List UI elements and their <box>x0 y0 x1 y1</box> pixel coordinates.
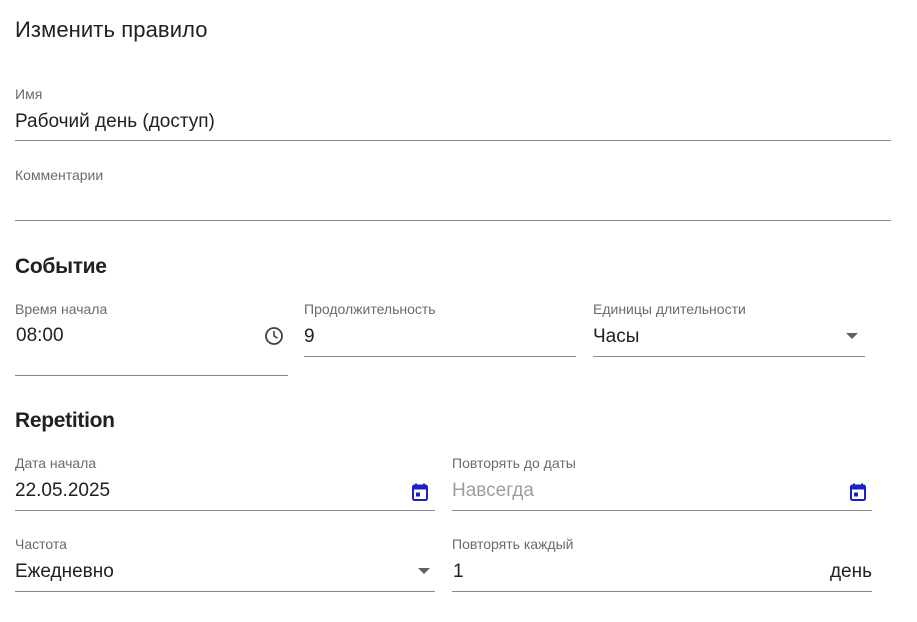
start-time-underline <box>15 375 288 376</box>
repeat-until-input[interactable]: Навсегда <box>452 480 534 502</box>
repeat-every-suffix: день <box>829 561 872 582</box>
clock-icon[interactable] <box>264 326 284 346</box>
calendar-icon[interactable] <box>850 483 866 501</box>
start-date-underline <box>15 510 435 511</box>
start-time-field[interactable]: Время начала 08:00 <box>15 300 288 376</box>
repeat-every-underline <box>452 591 872 592</box>
start-time-input[interactable]: 08:00 <box>16 325 64 347</box>
event-heading: Событие <box>15 255 107 278</box>
dropdown-arrow-icon[interactable] <box>417 567 431 575</box>
repeat-until-field[interactable]: Повторять до даты Навсегда <box>452 454 872 511</box>
name-label: Имя <box>15 86 43 102</box>
duration-units-select[interactable]: Единицы длительности Часы <box>593 300 865 357</box>
dropdown-arrow-icon[interactable] <box>845 332 859 340</box>
comment-label: Комментарии <box>15 167 104 183</box>
duration-underline <box>304 356 576 357</box>
duration-units-value[interactable]: Часы <box>593 326 639 348</box>
start-date-field[interactable]: Дата начала 22.05.2025 <box>15 454 435 511</box>
repeat-every-field[interactable]: Повторять каждый 1 день <box>452 535 872 592</box>
repeat-every-input[interactable]: 1 <box>453 561 464 583</box>
start-date-input[interactable]: 22.05.2025 <box>15 480 110 502</box>
repeat-until-underline <box>452 510 872 511</box>
name-underline <box>15 140 891 141</box>
start-date-label: Дата начала <box>15 455 97 471</box>
name-field[interactable]: Имя Рабочий день (доступ) <box>15 84 891 141</box>
frequency-value[interactable]: Ежедневно <box>15 561 114 583</box>
comment-underline <box>15 220 891 221</box>
repetition-heading: Repetition <box>15 409 115 432</box>
repeat-until-label: Повторять до даты <box>452 455 576 471</box>
comment-input[interactable] <box>15 192 891 216</box>
frequency-label: Частота <box>15 536 67 552</box>
start-time-label: Время начала <box>15 301 108 317</box>
frequency-select[interactable]: Частота Ежедневно <box>15 535 435 592</box>
duration-input[interactable]: 9 <box>304 326 315 348</box>
duration-units-underline <box>593 356 865 357</box>
duration-label: Продолжительность <box>304 301 436 317</box>
duration-field[interactable]: Продолжительность 9 <box>304 300 576 357</box>
duration-units-label: Единицы длительности <box>593 301 746 317</box>
frequency-underline <box>15 591 435 592</box>
comment-field[interactable]: Комментарии <box>15 165 891 222</box>
page-title: Изменить правило <box>15 17 208 42</box>
calendar-icon[interactable] <box>412 483 428 501</box>
name-input[interactable]: Рабочий день (доступ) <box>15 111 215 133</box>
repeat-every-label: Повторять каждый <box>452 536 574 552</box>
